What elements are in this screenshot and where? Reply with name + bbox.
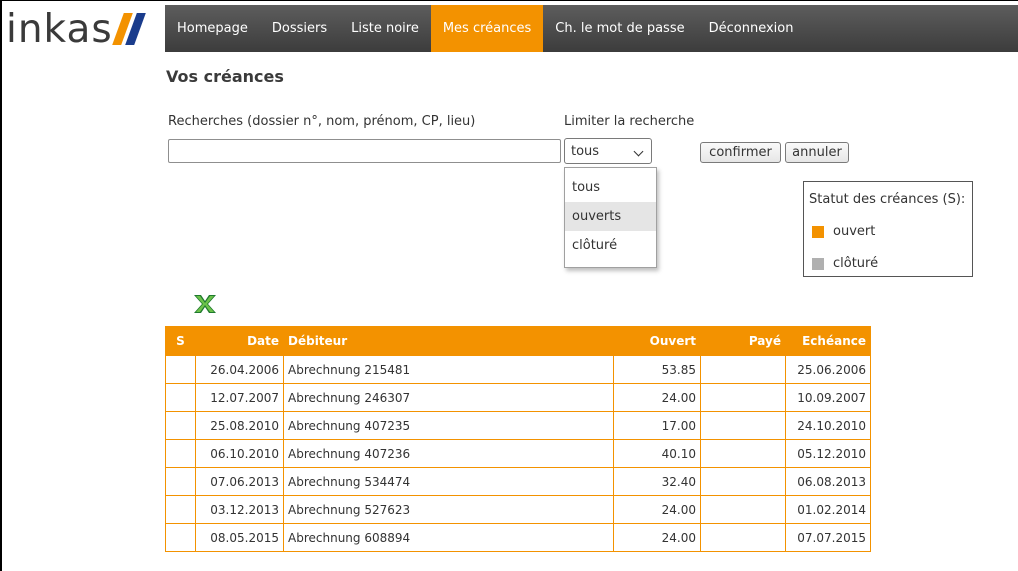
column-header-open[interactable]: Ouvert (613, 326, 701, 356)
page-title: Vos créances (166, 67, 284, 86)
cell-status (165, 411, 196, 440)
legend-item-open: ouvert (812, 224, 875, 239)
dropdown-option-ouverts[interactable]: ouverts (565, 202, 656, 231)
legend-item-closed: clôturé (812, 256, 878, 271)
logo-text: inkas (6, 6, 113, 52)
cell-date: 03.12.2013 (195, 495, 284, 524)
search-input[interactable] (168, 139, 561, 163)
cell-date: 08.05.2015 (195, 523, 284, 552)
column-header-status[interactable]: S (165, 326, 196, 356)
legend-label-open: ouvert (833, 224, 876, 239)
cell-open: 32.40 (613, 467, 701, 496)
legend-title: Statut des créances (S): (809, 192, 966, 207)
cell-date: 25.08.2010 (195, 411, 284, 440)
nav-item-dossiers[interactable]: Dossiers (260, 5, 339, 52)
nav-item-liste-noire[interactable]: Liste noire (339, 5, 431, 52)
cell-status (165, 467, 196, 496)
cell-open: 40.10 (613, 439, 701, 468)
cell-due: 10.09.2007 (785, 383, 871, 412)
cell-date: 07.06.2013 (195, 467, 284, 496)
column-header-date[interactable]: Date (195, 326, 284, 356)
table-row[interactable]: 12.07.2007 Abrechnung 246307 24.00 10.09… (165, 383, 871, 412)
cell-status (165, 355, 196, 384)
cell-debtor: Abrechnung 534474 (283, 467, 614, 496)
cell-debtor: Abrechnung 246307 (283, 383, 614, 412)
cell-open: 53.85 (613, 355, 701, 384)
table-row[interactable]: 08.05.2015 Abrechnung 608894 24.00 07.07… (165, 523, 871, 552)
cell-due: 25.06.2006 (785, 355, 871, 384)
cell-paid (700, 467, 786, 496)
status-legend: Statut des créances (S): ouvert clôturé (803, 181, 973, 277)
column-header-due[interactable]: Echéance (785, 326, 871, 356)
nav-item-homepage[interactable]: Homepage (165, 5, 260, 52)
limit-select[interactable]: tous (564, 138, 652, 164)
window-top-edge (0, 0, 1018, 1)
cell-debtor: Abrechnung 407236 (283, 439, 614, 468)
cell-status (165, 439, 196, 468)
window-left-edge (0, 0, 2, 571)
dropdown-option-cloture[interactable]: clôturé (565, 231, 656, 260)
legend-swatch-closed (812, 257, 824, 270)
cell-date: 26.04.2006 (195, 355, 284, 384)
table-row[interactable]: 26.04.2006 Abrechnung 215481 53.85 25.06… (165, 355, 871, 384)
limit-label: Limiter la recherche (564, 114, 695, 129)
logo-slash-marks (111, 13, 146, 45)
cell-debtor: Abrechnung 527623 (283, 495, 614, 524)
table-row[interactable]: 03.12.2013 Abrechnung 527623 24.00 01.02… (165, 495, 871, 524)
cancel-button[interactable]: annuler (785, 142, 849, 163)
limit-select-value: tous (571, 143, 600, 159)
cell-paid (700, 411, 786, 440)
cell-status (165, 383, 196, 412)
cell-paid (700, 383, 786, 412)
confirm-button[interactable]: confirmer (700, 142, 781, 163)
search-label: Recherches (dossier n°, nom, prénom, CP,… (168, 114, 476, 129)
limit-dropdown-list: tous ouverts clôturé (564, 167, 657, 268)
nav-item-change-password[interactable]: Ch. le mot de passe (543, 5, 696, 52)
cell-paid (700, 495, 786, 524)
cell-open: 24.00 (613, 523, 701, 552)
inkas-logo[interactable]: inkas (6, 5, 146, 53)
cell-open: 24.00 (613, 383, 701, 412)
cell-open: 17.00 (613, 411, 701, 440)
cell-paid (700, 523, 786, 552)
cell-due: 01.02.2014 (785, 495, 871, 524)
cell-date: 06.10.2010 (195, 439, 284, 468)
legend-swatch-open (812, 225, 824, 238)
main-nav: Homepage Dossiers Liste noire Mes créanc… (165, 5, 1018, 52)
cell-debtor: Abrechnung 215481 (283, 355, 614, 384)
cell-due: 07.07.2015 (785, 523, 871, 552)
cell-paid (700, 439, 786, 468)
cell-date: 12.07.2007 (195, 383, 284, 412)
legend-label-closed: clôturé (833, 256, 879, 271)
table-body: 26.04.2006 Abrechnung 215481 53.85 25.06… (165, 355, 871, 552)
cell-due: 06.08.2013 (785, 467, 871, 496)
table-row[interactable]: 07.06.2013 Abrechnung 534474 32.40 06.08… (165, 467, 871, 496)
dropdown-option-tous[interactable]: tous (565, 173, 656, 202)
column-header-debtor[interactable]: Débiteur (283, 326, 614, 356)
table-header-row: S Date Débiteur Ouvert Payé Echéance (165, 326, 871, 356)
nav-item-mes-creances[interactable]: Mes créances (430, 5, 544, 52)
column-header-paid[interactable]: Payé (700, 326, 786, 356)
cell-debtor: Abrechnung 608894 (283, 523, 614, 552)
nav-item-logout[interactable]: Déconnexion (697, 5, 806, 52)
cell-due: 24.10.2010 (785, 411, 871, 440)
cell-debtor: Abrechnung 407235 (283, 411, 614, 440)
cell-open: 24.00 (613, 495, 701, 524)
table-row[interactable]: 25.08.2010 Abrechnung 407235 17.00 24.10… (165, 411, 871, 440)
cell-status (165, 523, 196, 552)
claims-table: S Date Débiteur Ouvert Payé Echéance 26.… (165, 326, 871, 552)
table-row[interactable]: 06.10.2010 Abrechnung 407236 40.10 05.12… (165, 439, 871, 468)
cell-paid (700, 355, 786, 384)
cell-due: 05.12.2010 (785, 439, 871, 468)
cell-status (165, 495, 196, 524)
chevron-down-icon (633, 146, 644, 157)
excel-icon[interactable] (192, 294, 218, 314)
